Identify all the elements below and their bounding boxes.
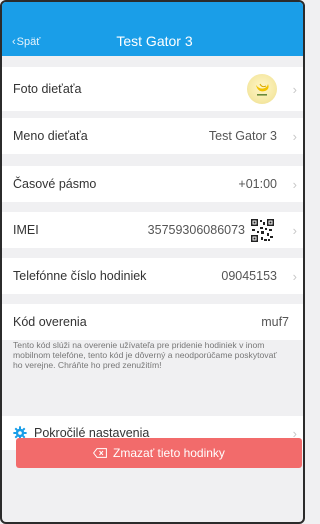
backspace-icon <box>93 448 107 458</box>
chevron-right-icon: › <box>292 176 297 192</box>
code-value: muf7 <box>261 315 289 329</box>
name-label: Meno dieťaťa <box>13 129 88 143</box>
row-imei[interactable]: IMEI 35759306086073 › <box>2 212 303 248</box>
row-verification-code: Kód overenia muf7 <box>2 304 303 340</box>
phone-label: Telefónne číslo hodiniek <box>13 269 147 283</box>
app-frame: ‹ Späť Test Gator 3 Foto dieťaťa › Meno … <box>0 0 305 524</box>
qr-code-icon[interactable] <box>250 217 275 243</box>
imei-value: 35759306086073 <box>147 223 245 237</box>
banana-logo-icon <box>247 74 277 104</box>
row-phone[interactable]: Telefónne číslo hodiniek 09045153 › <box>2 258 303 294</box>
chevron-right-icon: › <box>292 81 297 97</box>
row-photo[interactable]: Foto dieťaťa › <box>2 67 303 111</box>
row-timezone[interactable]: Časové pásmo +01:00 › <box>2 166 303 202</box>
chevron-right-icon: › <box>292 268 297 284</box>
row-name[interactable]: Meno dieťaťa Test Gator 3 › <box>2 118 303 154</box>
imei-label: IMEI <box>13 223 39 237</box>
timezone-label: Časové pásmo <box>13 177 97 191</box>
code-label: Kód overenia <box>13 315 87 329</box>
header-bar: ‹ Späť Test Gator 3 <box>2 2 303 56</box>
chevron-right-icon: › <box>292 222 297 238</box>
chevron-right-icon: › <box>292 128 297 144</box>
phone-value: 09045153 <box>221 269 277 283</box>
verification-note: Tento kód slúži na overenie užívateľa pr… <box>13 340 277 371</box>
delete-label: Zmazať tieto hodinky <box>113 446 225 460</box>
photo-label: Foto dieťaťa <box>13 82 82 96</box>
page-title: Test Gator 3 <box>116 33 193 49</box>
timezone-value: +01:00 <box>238 177 277 191</box>
delete-watch-button[interactable]: Zmazať tieto hodinky <box>16 438 302 468</box>
name-value: Test Gator 3 <box>208 129 277 143</box>
